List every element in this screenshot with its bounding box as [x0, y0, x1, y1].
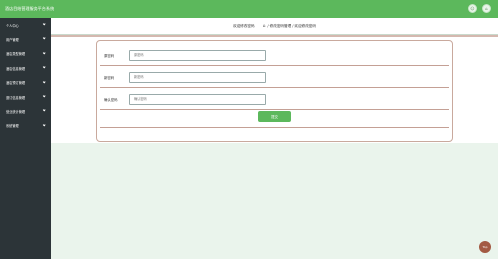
breadcrumb-separator: /: [267, 24, 269, 28]
sidebar-item-personal-center[interactable]: 个人中心: [0, 18, 51, 32]
new-password-field[interactable]: [129, 71, 266, 83]
form-row-old-password: 原密码: [97, 44, 452, 66]
main-area: 欢迎修改密码 ⌂ / 修改密码管理 / 欢迎修改密码 原密码 新密码 确认密码: [51, 18, 498, 259]
sidebar-item-hotel-booking[interactable]: 酒店预订管理: [0, 76, 51, 90]
sidebar-item-hotel-info[interactable]: 酒店信息管理: [0, 61, 51, 75]
sidebar-item-hotel-type[interactable]: 酒店类型管理: [0, 47, 51, 61]
chevron-down-icon: [42, 80, 46, 84]
sidebar: 个人中心 用户管理 酒店类型管理 酒店信息管理 酒店预订管理 退订信息管理 营业…: [0, 18, 51, 259]
sidebar-item-system[interactable]: 系统管理: [0, 119, 51, 133]
form-row-confirm-password: 确认密码: [97, 88, 452, 110]
old-password-field[interactable]: [129, 49, 266, 61]
breadcrumb-item[interactable]: 修改密码管理: [270, 24, 292, 29]
chevron-down-icon: [42, 65, 46, 70]
home-icon[interactable]: ⌂: [482, 4, 491, 13]
chevron-down-icon: [42, 36, 46, 41]
chevron-down-icon: [42, 108, 46, 113]
main-content-panel: 欢迎修改密码 ⌂ / 修改密码管理 / 欢迎修改密码 原密码 新密码 确认密码: [51, 18, 498, 143]
chevron-down-icon: [42, 123, 46, 127]
app-title: 酒店目结营理服务平台系统: [5, 6, 55, 11]
sidebar-item-label: 用户管理: [6, 38, 19, 43]
sidebar-item-label: 酒店预订管理: [6, 81, 26, 86]
breadcrumb-separator: /: [292, 24, 294, 28]
sidebar-item-label: 个人中心: [6, 23, 19, 28]
new-password-label: 新密码: [104, 75, 115, 80]
sidebar-item-label: 系统管理: [6, 124, 19, 129]
user-icon[interactable]: ☺: [468, 4, 477, 13]
chevron-down-icon: [42, 51, 46, 55]
confirm-password-label: 确认密码: [104, 97, 118, 102]
sidebar-item-refund[interactable]: 退订信息管理: [0, 90, 51, 104]
sidebar-item-label: 酒店信息管理: [6, 66, 26, 71]
breadcrumb: 欢迎修改密码 ⌂ / 修改密码管理 / 欢迎修改密码: [51, 18, 498, 35]
page-title: 欢迎修改密码: [233, 23, 255, 28]
old-password-label: 原密码: [104, 53, 115, 58]
sidebar-item-label: 营业统计管理: [6, 110, 26, 115]
scroll-top-button[interactable]: Top: [479, 241, 491, 253]
top-icons: ☺ ⌂: [468, 4, 491, 13]
sidebar-item-label: 退订信息管理: [6, 95, 26, 100]
confirm-password-field[interactable]: [129, 93, 266, 105]
form-row-new-password: 新密码: [97, 66, 452, 88]
home-icon[interactable]: ⌂: [263, 24, 266, 29]
chevron-down-icon: [42, 94, 46, 98]
top-bar: 酒店目结营理服务平台系统 ☺ ⌂: [0, 0, 498, 18]
divider: [51, 35, 498, 37]
breadcrumb-item-current: 欢迎修改密码: [294, 23, 316, 28]
sidebar-item-user-management[interactable]: 用户管理: [0, 32, 51, 46]
divider: [100, 127, 449, 128]
divider: [100, 109, 449, 110]
sidebar-item-business-stats[interactable]: 营业统计管理: [0, 104, 51, 118]
chevron-down-icon: [42, 22, 46, 26]
submit-button[interactable]: 提交: [258, 111, 291, 122]
sidebar-item-label: 酒店类型管理: [6, 52, 26, 57]
password-form: 原密码 新密码 确认密码 提交: [96, 40, 453, 142]
